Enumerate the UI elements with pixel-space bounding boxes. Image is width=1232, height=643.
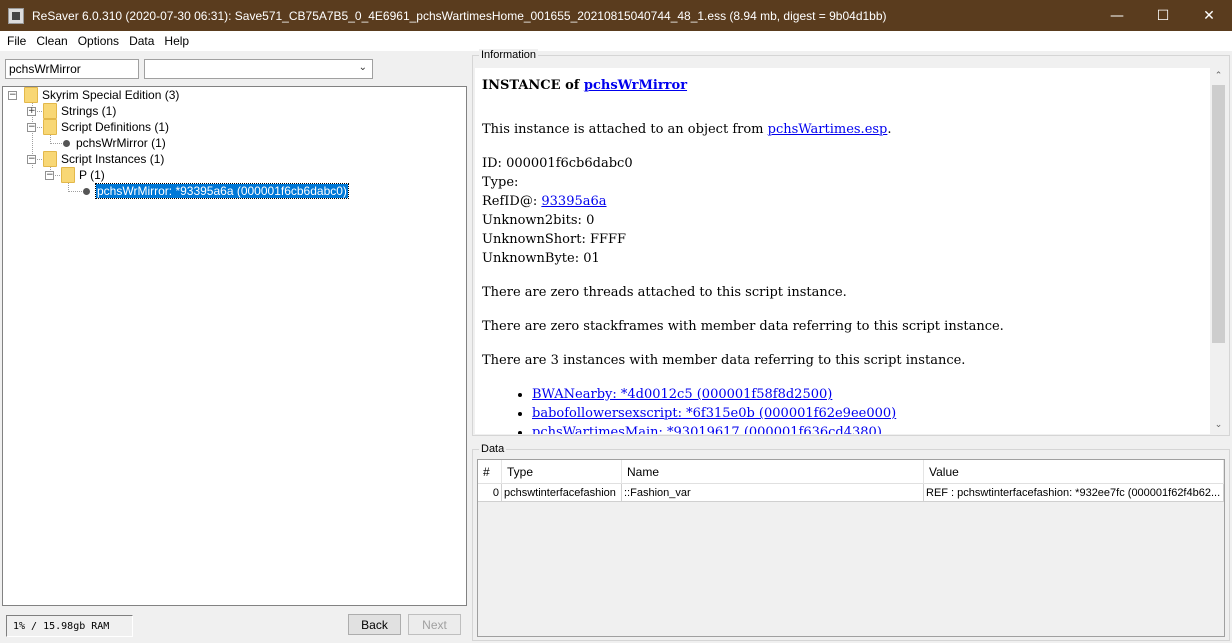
column-header-name[interactable]: Name xyxy=(622,460,924,484)
list-item: babofollowersexscript: *6f315e0b (000001… xyxy=(532,404,1202,423)
list-item: BWANearby: *4d0012c5 (000001f58f8d2500) xyxy=(532,385,1202,404)
title-bar: ReSaver 6.0.310 (2020-07-30 06:31): Save… xyxy=(0,0,1232,31)
type-line: Type: xyxy=(482,175,519,190)
minimize-button[interactable]: — xyxy=(1094,0,1140,31)
list-item: pchsWartimesMain: *93019617 (000001f636c… xyxy=(532,423,1202,434)
information-label: Information xyxy=(479,49,539,61)
unknown2bits-line: Unknown2bits: 0 xyxy=(482,213,595,228)
table-row[interactable]: 0 pchswtinterfacefashion ::Fashion_var R… xyxy=(478,484,1224,502)
cell-index: 0 xyxy=(478,484,502,502)
attached-suffix: . xyxy=(887,122,892,137)
cell-value: REF : pchswtinterfacefashion: *932ee7fc … xyxy=(924,484,1224,502)
tree-node-label: Strings (1) xyxy=(61,104,117,118)
back-button[interactable]: Back xyxy=(348,614,401,635)
column-header-value[interactable]: Value xyxy=(924,460,1224,484)
menu-data[interactable]: Data xyxy=(124,34,159,48)
filter-input[interactable]: pchsWrMirror xyxy=(5,59,139,79)
table-header: # Type Name Value xyxy=(478,460,1224,484)
collapse-icon[interactable]: − xyxy=(27,155,36,164)
tree-node-label: Script Instances (1) xyxy=(61,152,165,166)
menu-help[interactable]: Help xyxy=(159,34,194,48)
information-content: INSTANCE of pchsWrMirror This instance i… xyxy=(482,76,1202,434)
reference-link[interactable]: BWANearby: *4d0012c5 (000001f58f8d2500) xyxy=(532,387,832,402)
tree-node-root[interactable]: Skyrim Special Edition (3) xyxy=(24,87,179,103)
expand-icon[interactable]: + xyxy=(27,107,36,116)
data-table[interactable]: # Type Name Value 0 pchswtinterfacefashi… xyxy=(477,459,1225,637)
cell-name: ::Fashion_var xyxy=(622,484,924,502)
ram-status: 1% / 15.98gb RAM xyxy=(6,615,133,637)
menu-file[interactable]: File xyxy=(2,34,31,48)
cell-type: pchswtinterfacefashion xyxy=(502,484,622,502)
threads-line: There are zero threads attached to this … xyxy=(482,285,847,300)
collapse-icon[interactable]: − xyxy=(45,171,54,180)
unknownbyte-line: UnknownByte: 01 xyxy=(482,251,600,266)
bullet-icon xyxy=(83,187,90,195)
collapse-icon[interactable]: − xyxy=(8,91,17,100)
information-group: Information INSTANCE of pchsWrMirror Thi… xyxy=(472,49,1230,436)
scroll-up-icon[interactable]: ⌃ xyxy=(1210,68,1227,85)
folder-icon xyxy=(43,119,57,135)
folder-icon xyxy=(61,167,75,183)
bullet-icon xyxy=(63,139,70,147)
scroll-thumb[interactable] xyxy=(1212,85,1225,343)
save-tree[interactable]: − Skyrim Special Edition (3) + Strings (… xyxy=(2,86,467,606)
tree-node-definition-item[interactable]: pchsWrMirror (1) xyxy=(60,135,166,151)
refid-line: RefID@: 93395a6a xyxy=(482,192,1202,211)
information-view[interactable]: INSTANCE of pchsWrMirror This instance i… xyxy=(475,68,1227,434)
information-scrollbar[interactable]: ⌃ ⌄ xyxy=(1210,68,1227,434)
tree-node-instance-item[interactable]: pchsWrMirror: *93395a6a (000001f6cb6dabc… xyxy=(80,183,349,199)
data-group: Data # Type Name Value 0 pchswtinterface… xyxy=(472,443,1230,641)
attached-text: This instance is attached to an object f… xyxy=(482,122,768,137)
app-icon xyxy=(8,7,24,24)
heading-link[interactable]: pchsWrMirror xyxy=(584,78,687,93)
data-label: Data xyxy=(479,443,507,455)
instances-line: There are 3 instances with member data r… xyxy=(482,353,966,368)
left-panel: pchsWrMirror ⌄ − Skyrim Special Edition … xyxy=(0,53,470,643)
folder-icon xyxy=(43,151,57,167)
tree-node-label: Script Definitions (1) xyxy=(61,120,170,134)
close-button[interactable]: ✕ xyxy=(1186,0,1232,31)
refid-link[interactable]: 93395a6a xyxy=(541,194,606,209)
column-header-type[interactable]: Type xyxy=(502,460,622,484)
tree-node-script-definitions[interactable]: Script Definitions (1) xyxy=(43,119,169,135)
reference-list: BWANearby: *4d0012c5 (000001f58f8d2500) … xyxy=(482,385,1202,434)
column-header-index[interactable]: # xyxy=(478,460,502,484)
tree-node-label: P (1) xyxy=(79,168,105,182)
tree-node-label-selected: pchsWrMirror: *93395a6a (000001f6cb6dabc… xyxy=(95,183,349,199)
tree-node-label: Skyrim Special Edition (3) xyxy=(42,88,180,102)
heading-prefix: INSTANCE of xyxy=(482,78,584,93)
tree-node-label: pchsWrMirror (1) xyxy=(76,136,166,150)
tree-node-p-group[interactable]: P (1) xyxy=(61,167,105,183)
id-line: ID: 000001f6cb6dabc0 xyxy=(482,156,633,171)
scroll-down-icon[interactable]: ⌄ xyxy=(1210,417,1227,434)
menu-clean[interactable]: Clean xyxy=(31,34,72,48)
refid-label: RefID@: xyxy=(482,194,542,209)
stackframes-line: There are zero stackframes with member d… xyxy=(482,319,1004,334)
unknownshort-line: UnknownShort: FFFF xyxy=(482,232,627,247)
reference-link[interactable]: babofollowersexscript: *6f315e0b (000001… xyxy=(532,406,896,421)
menu-bar: File Clean Options Data Help xyxy=(0,31,1232,52)
maximize-button[interactable]: ☐ xyxy=(1140,0,1186,31)
window-title: ReSaver 6.0.310 (2020-07-30 06:31): Save… xyxy=(32,8,887,23)
reference-link[interactable]: pchsWartimesMain: *93019617 (000001f636c… xyxy=(532,425,882,434)
chevron-down-icon: ⌄ xyxy=(358,62,367,73)
filter-dropdown[interactable]: ⌄ xyxy=(144,59,373,79)
tree-node-strings[interactable]: Strings (1) xyxy=(43,103,116,119)
plugin-link[interactable]: pchsWartimes.esp xyxy=(768,122,888,137)
folder-icon xyxy=(24,87,38,103)
next-button[interactable]: Next xyxy=(408,614,461,635)
menu-options[interactable]: Options xyxy=(73,34,124,48)
folder-icon xyxy=(43,103,57,119)
tree-node-script-instances[interactable]: Script Instances (1) xyxy=(43,151,164,167)
collapse-icon[interactable]: − xyxy=(27,123,36,132)
